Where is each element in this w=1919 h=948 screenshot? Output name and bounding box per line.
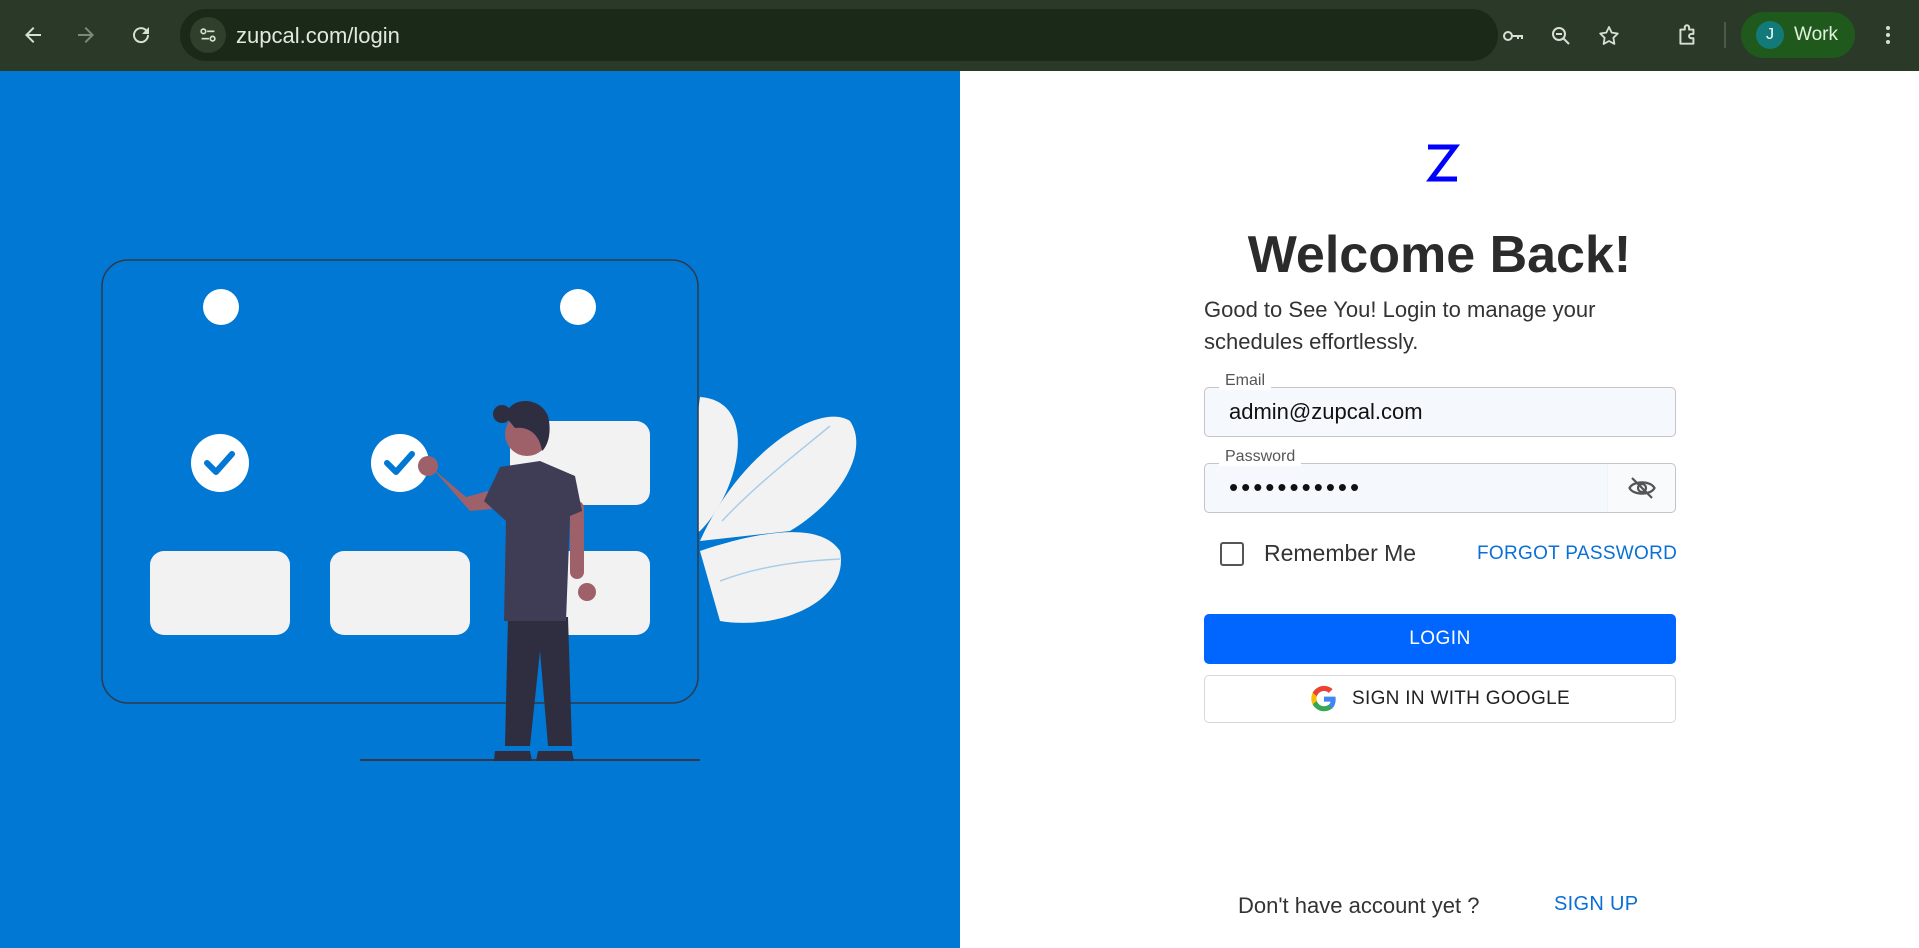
login-panel: Welcome Back! Good to See You! Login to …: [960, 71, 1919, 948]
forward-icon[interactable]: [68, 17, 104, 53]
remember-me-label: Remember Me: [1264, 540, 1417, 566]
menu-icon[interactable]: [1874, 17, 1902, 53]
browser-toolbar: zupcal.com/login J Work: [0, 0, 1919, 71]
toolbar-separator: [1724, 22, 1726, 48]
address-bar[interactable]: zupcal.com/login: [180, 9, 1619, 61]
profile-name: Work: [1794, 24, 1838, 45]
remember-me[interactable]: Remember Me: [1220, 540, 1416, 567]
google-sign-in-button[interactable]: SIGN IN WITH GOOGLE: [1204, 675, 1676, 723]
leaf-decoration: [680, 397, 857, 623]
eye-off-icon: [1627, 477, 1656, 499]
site-info-icon[interactable]: [190, 17, 226, 53]
back-icon[interactable]: [15, 17, 51, 53]
url-text[interactable]: zupcal.com/login: [236, 23, 400, 49]
extensions-icon[interactable]: [1670, 17, 1706, 53]
profile-button[interactable]: J Work: [1741, 12, 1855, 58]
email-field[interactable]: Email: [1204, 372, 1676, 437]
email-label: Email: [1219, 372, 1272, 390]
calendar-ring: [560, 289, 596, 325]
email-input[interactable]: [1229, 399, 1629, 425]
remember-me-checkbox[interactable]: [1220, 541, 1244, 566]
sign-up-link[interactable]: SIGN UP: [1554, 893, 1638, 916]
google-icon: [1311, 685, 1336, 712]
calendar-ring: [203, 289, 239, 325]
day-block: [330, 551, 470, 635]
reload-icon[interactable]: [123, 17, 159, 53]
password-key-icon[interactable]: [1500, 23, 1526, 49]
password-field[interactable]: Password •••••••••••: [1204, 448, 1676, 513]
toggle-password-visibility-button[interactable]: [1607, 464, 1675, 512]
calendar-illustration: [101, 259, 857, 761]
zupcal-logo: [1426, 144, 1460, 182]
avatar: J: [1756, 21, 1784, 49]
bookmark-star-icon[interactable]: [1596, 23, 1622, 49]
password-input[interactable]: •••••••••••: [1229, 472, 1362, 503]
illustration-panel: [0, 71, 960, 948]
zoom-icon[interactable]: [1548, 23, 1574, 49]
page-subtitle: Good to See You! Login to manage your sc…: [1204, 297, 1596, 354]
google-sign-in-label: SIGN IN WITH GOOGLE: [1352, 688, 1570, 709]
day-block: [150, 551, 290, 635]
password-label: Password: [1219, 448, 1302, 466]
forgot-password-link[interactable]: FORGOT PASSWORD: [1477, 543, 1677, 565]
page-title: Welcome Back!: [1247, 226, 1632, 284]
no-account-text: Don't have account yet ?: [1238, 893, 1480, 918]
login-button[interactable]: LOGIN: [1204, 614, 1676, 664]
